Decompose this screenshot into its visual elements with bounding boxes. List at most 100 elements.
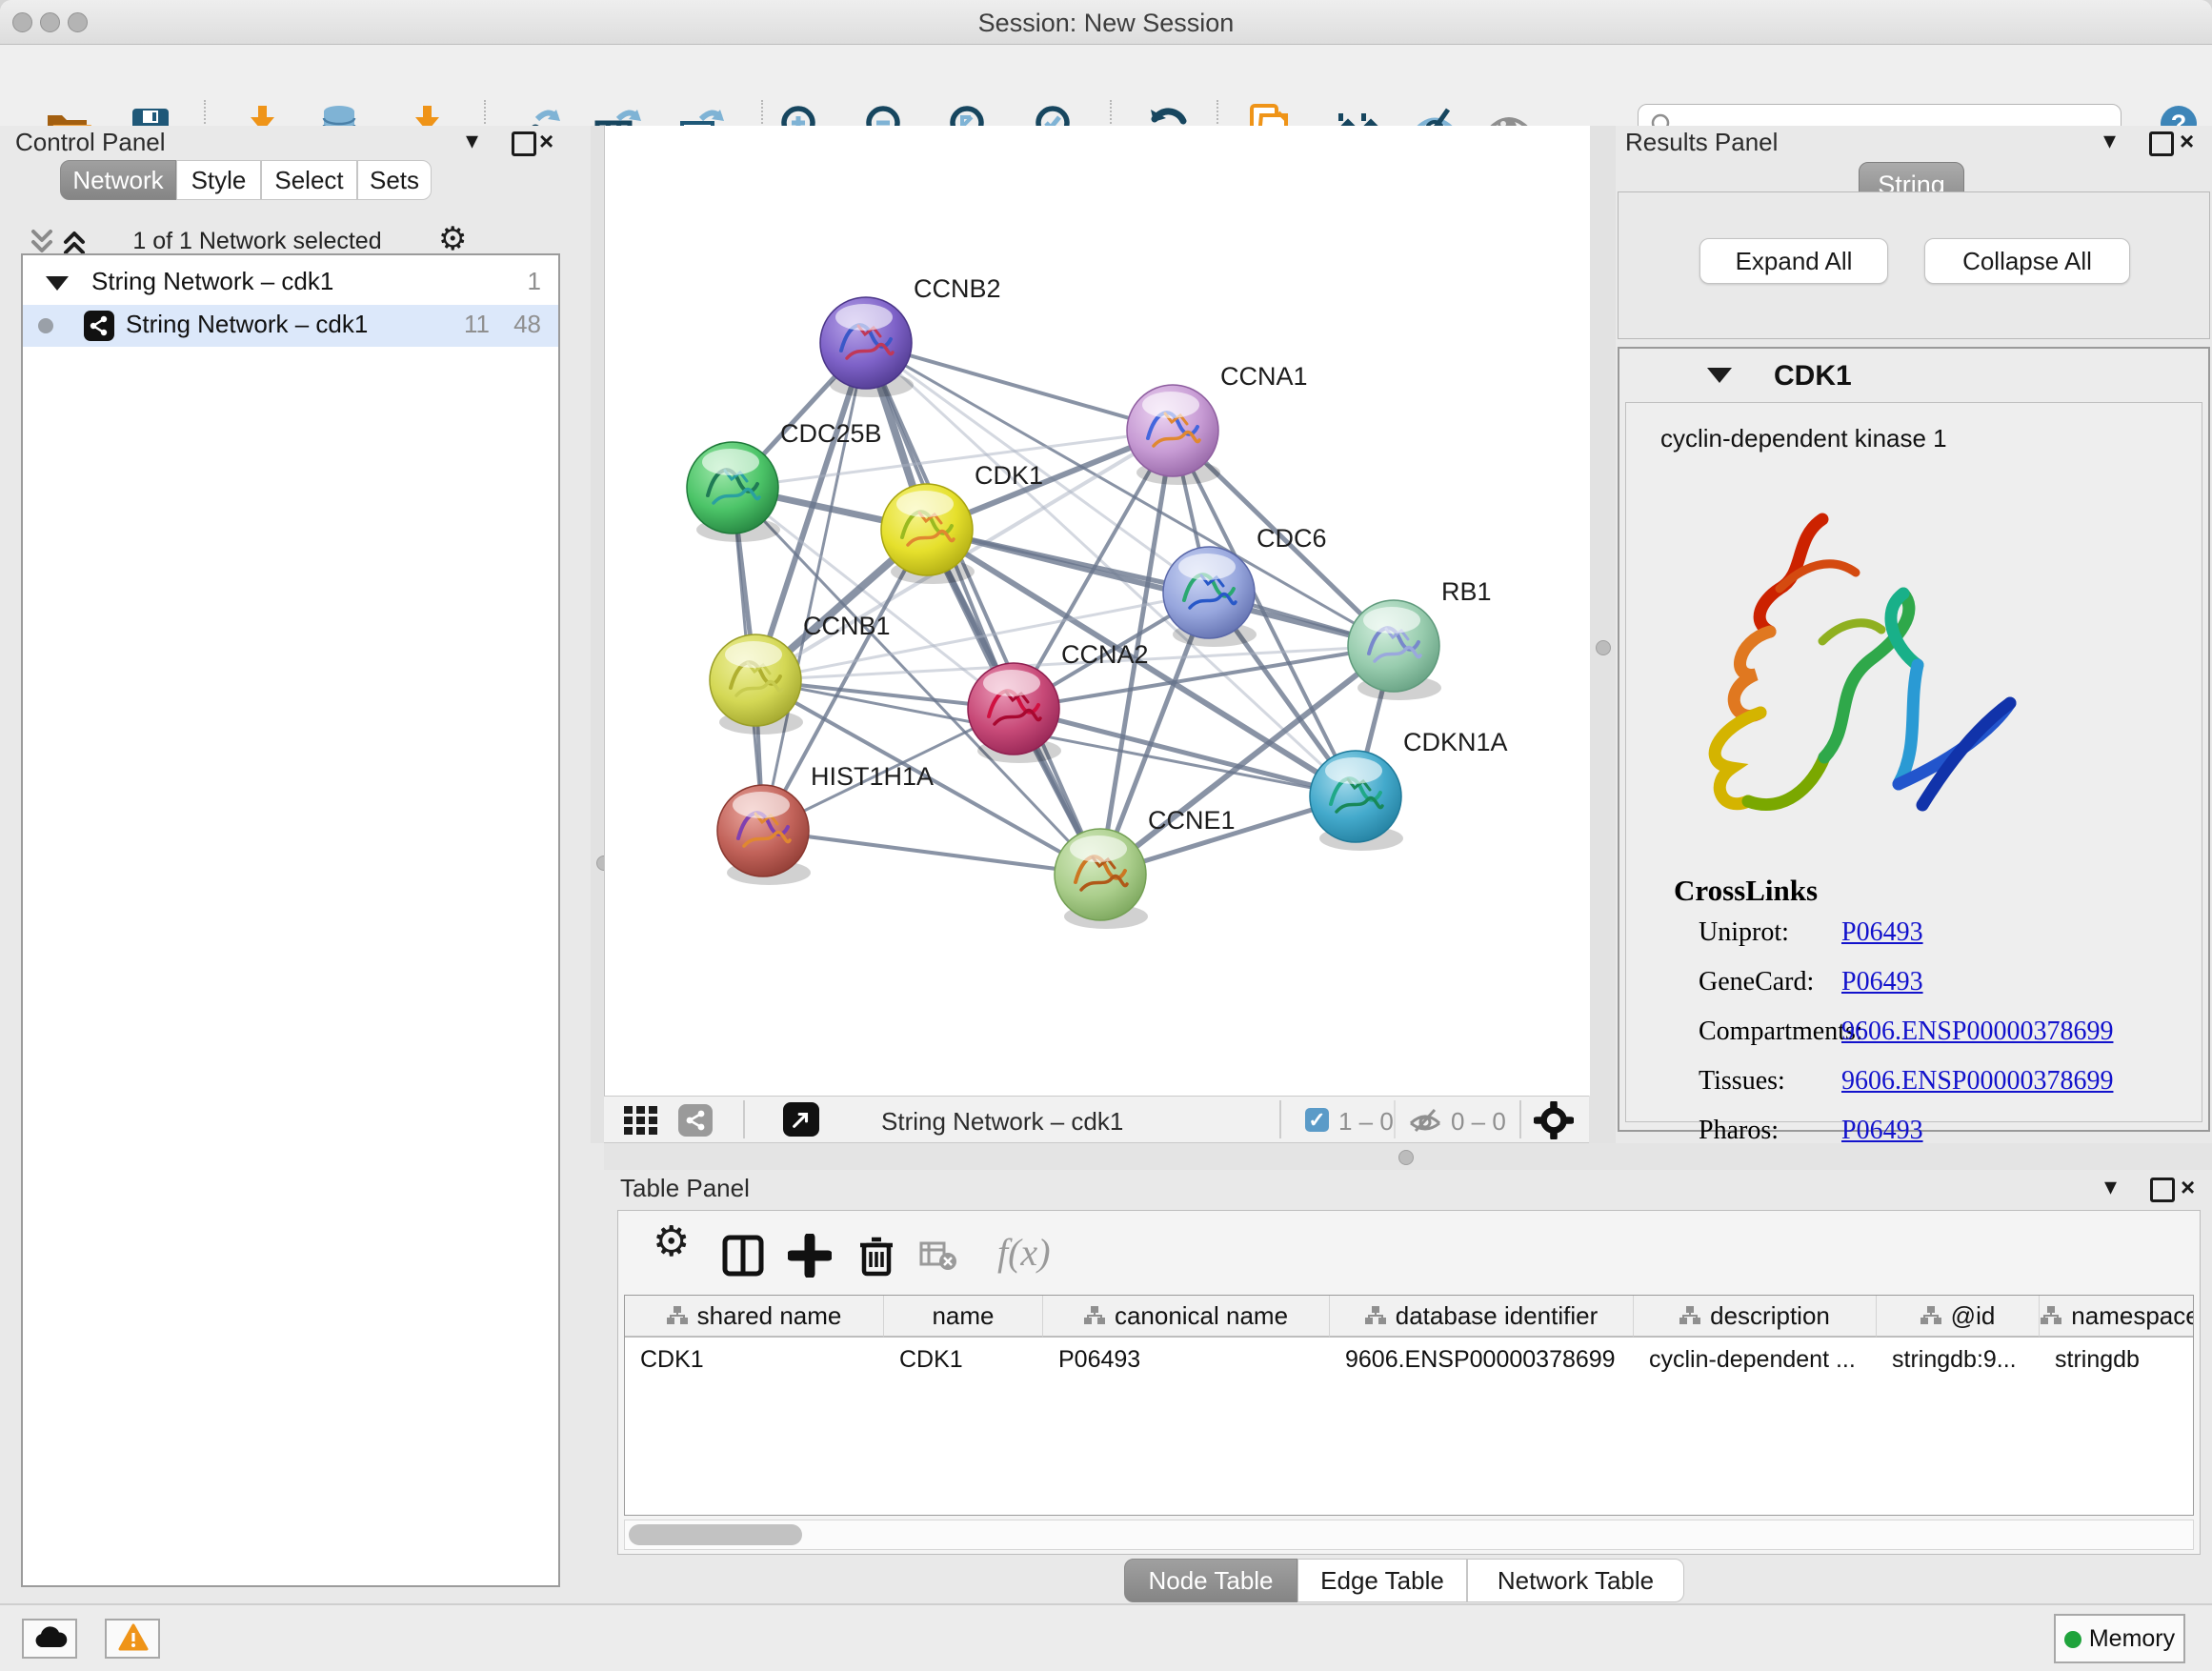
table-settings-gear-icon[interactable]: ⚙ bbox=[653, 1228, 696, 1272]
crosshair-icon[interactable] bbox=[1534, 1101, 1574, 1139]
toolbar-separator bbox=[1279, 1100, 1281, 1138]
edge-CCNB2-CCNE1[interactable] bbox=[866, 343, 1100, 875]
network-label: String Network – cdk1 bbox=[126, 310, 368, 339]
panel-menu-icon[interactable]: ▾ bbox=[2103, 126, 2116, 155]
detach-view-icon[interactable] bbox=[783, 1102, 819, 1137]
node-CCNB2[interactable] bbox=[820, 297, 914, 397]
toolbar-separator bbox=[1394, 1100, 1396, 1138]
edge-CCNB2-HIST1H1A[interactable] bbox=[763, 343, 866, 831]
crosslink-row: Uniprot:P06493 bbox=[1699, 917, 1789, 952]
tab-network[interactable]: Network bbox=[60, 160, 176, 200]
collection-count: 1 bbox=[528, 267, 541, 296]
gear-icon[interactable]: ⚙ bbox=[438, 225, 467, 253]
collapse-arrow-icon[interactable] bbox=[1707, 368, 1732, 383]
tab-edge-table[interactable]: Edge Table bbox=[1297, 1559, 1467, 1602]
column-header-description[interactable]: description bbox=[1634, 1296, 1877, 1338]
main-toolbar: ? bbox=[0, 45, 2212, 127]
crosslink-value-link[interactable]: 9606.ENSP00000378699 bbox=[1841, 1017, 2113, 1047]
column-header-database-identifier[interactable]: database identifier bbox=[1330, 1296, 1634, 1338]
crosslink-label: GeneCard: bbox=[1699, 967, 1814, 997]
panel-close-icon[interactable]: × bbox=[2181, 1173, 2195, 1202]
collapse-all-button[interactable]: Collapse All bbox=[1924, 238, 2130, 284]
network-type-icon bbox=[84, 311, 114, 341]
network-row-selected[interactable]: String Network – cdk1 11 48 bbox=[23, 305, 558, 347]
view-title: String Network – cdk1 bbox=[881, 1107, 1123, 1137]
node-HIST1H1A[interactable] bbox=[717, 785, 811, 885]
selected-nodes-checkbox[interactable]: ✓ bbox=[1305, 1108, 1329, 1132]
node-CDKN1A[interactable] bbox=[1310, 751, 1403, 851]
cloud-button[interactable] bbox=[22, 1619, 77, 1659]
tab-node-table[interactable]: Node Table bbox=[1124, 1559, 1297, 1602]
node-RB1[interactable] bbox=[1348, 600, 1441, 700]
delete-column-icon[interactable] bbox=[855, 1234, 898, 1278]
crosslink-value-link[interactable]: P06493 bbox=[1841, 1116, 1923, 1146]
divider-handle-icon[interactable] bbox=[1596, 640, 1611, 655]
expand-all-icon[interactable] bbox=[61, 229, 88, 255]
network-view-toolbar: String Network – cdk1 ✓ 1 – 0 0 – 0 bbox=[604, 1096, 1589, 1143]
node-table[interactable]: shared nameCDK1nameCDK1canonical nameP06… bbox=[624, 1295, 2194, 1516]
column-header-canonical-name[interactable]: canonical name bbox=[1043, 1296, 1330, 1338]
panel-close-icon[interactable]: × bbox=[539, 127, 553, 156]
view-mode-share-icon[interactable] bbox=[678, 1104, 713, 1137]
edge-HIST1H1A-CCNE1[interactable] bbox=[763, 831, 1100, 875]
crosslink-row: Pharos:P06493 bbox=[1699, 1116, 1779, 1150]
panel-float-icon[interactable] bbox=[2149, 131, 2174, 156]
node-CDC25B[interactable] bbox=[687, 442, 780, 542]
node-CCNE1[interactable] bbox=[1055, 829, 1148, 929]
expand-all-button[interactable]: Expand All bbox=[1699, 238, 1888, 284]
node-CDK1[interactable] bbox=[881, 484, 975, 584]
collapse-all-icon[interactable] bbox=[29, 229, 55, 255]
panel-menu-icon[interactable]: ▾ bbox=[466, 126, 478, 155]
panel-float-icon[interactable] bbox=[512, 131, 536, 156]
hidden-eye-icon[interactable] bbox=[1408, 1108, 1442, 1133]
toolbar-separator bbox=[743, 1100, 745, 1138]
delete-table-icon[interactable] bbox=[919, 1239, 957, 1272]
crosslink-value-link[interactable]: P06493 bbox=[1841, 967, 1923, 997]
network-canvas[interactable]: CCNB2CCNA1CDC25BCDK1CDC6RB1CCNB1CCNA2CDK… bbox=[604, 126, 1590, 1096]
panel-float-icon[interactable] bbox=[2150, 1178, 2175, 1202]
memory-button[interactable]: Memory bbox=[2054, 1614, 2185, 1663]
panel-menu-icon[interactable]: ▾ bbox=[2104, 1172, 2117, 1201]
node-CCNB1[interactable] bbox=[710, 634, 803, 735]
memory-label: Memory bbox=[2089, 1625, 2175, 1652]
collapse-arrow-icon[interactable] bbox=[46, 276, 69, 291]
show-columns-icon[interactable] bbox=[721, 1234, 765, 1278]
tab-style[interactable]: Style bbox=[176, 160, 261, 200]
crosslink-value-link[interactable]: P06493 bbox=[1841, 917, 1923, 948]
table-hscrollbar[interactable] bbox=[624, 1520, 2194, 1550]
table-cell[interactable]: CDK1 bbox=[884, 1339, 1043, 1379]
results-panel: Results Panel ▾ × String Expand All Coll… bbox=[1616, 126, 2212, 1143]
column-header--id[interactable]: @id bbox=[1877, 1296, 2040, 1338]
column-header-namespace[interactable]: namespace bbox=[2040, 1296, 2194, 1338]
panel-divider-bottom[interactable] bbox=[604, 1143, 2212, 1170]
warnings-button[interactable] bbox=[105, 1619, 160, 1659]
table-cell[interactable]: stringdb:9... bbox=[1877, 1339, 2040, 1379]
grid-mode-icon[interactable] bbox=[624, 1106, 658, 1135]
crosslink-value-link[interactable]: 9606.ENSP00000378699 bbox=[1841, 1066, 2113, 1097]
function-builder-icon[interactable]: f(x) bbox=[997, 1230, 1083, 1274]
network-collection-row[interactable]: String Network – cdk1 1 bbox=[23, 261, 558, 305]
table-cell[interactable]: CDK1 bbox=[625, 1339, 884, 1379]
node-CCNA1[interactable] bbox=[1127, 385, 1220, 485]
hscrollbar-thumb[interactable] bbox=[629, 1524, 802, 1545]
table-cell[interactable]: stringdb bbox=[2040, 1339, 2194, 1379]
table-cell[interactable]: P06493 bbox=[1043, 1339, 1330, 1379]
network-edge-count: 48 bbox=[513, 310, 541, 339]
tab-network-table[interactable]: Network Table bbox=[1467, 1559, 1684, 1602]
node-CDC6[interactable] bbox=[1163, 547, 1257, 647]
column-header-name[interactable]: name bbox=[884, 1296, 1043, 1338]
panel-close-icon[interactable]: × bbox=[2180, 127, 2194, 156]
table-cell[interactable]: cyclin-dependent ... bbox=[1634, 1339, 1877, 1379]
tab-select[interactable]: Select bbox=[261, 160, 357, 200]
node-CCNA2[interactable] bbox=[968, 663, 1061, 763]
gene-section-header[interactable]: CDK1 bbox=[1619, 349, 2208, 402]
crosslink-row: Tissues:9606.ENSP00000378699 bbox=[1699, 1066, 1785, 1100]
column-header-shared-name[interactable]: shared name bbox=[625, 1296, 884, 1338]
tab-sets[interactable]: Sets bbox=[357, 160, 432, 200]
node-label-CCNB2: CCNB2 bbox=[914, 274, 1001, 303]
panel-divider-right[interactable] bbox=[1589, 126, 1616, 1143]
table-cell[interactable]: 9606.ENSP00000378699 bbox=[1330, 1339, 1634, 1379]
node-label-CCNE1: CCNE1 bbox=[1148, 806, 1236, 835]
divider-handle-icon[interactable] bbox=[1398, 1150, 1414, 1165]
add-column-icon[interactable] bbox=[788, 1234, 832, 1278]
